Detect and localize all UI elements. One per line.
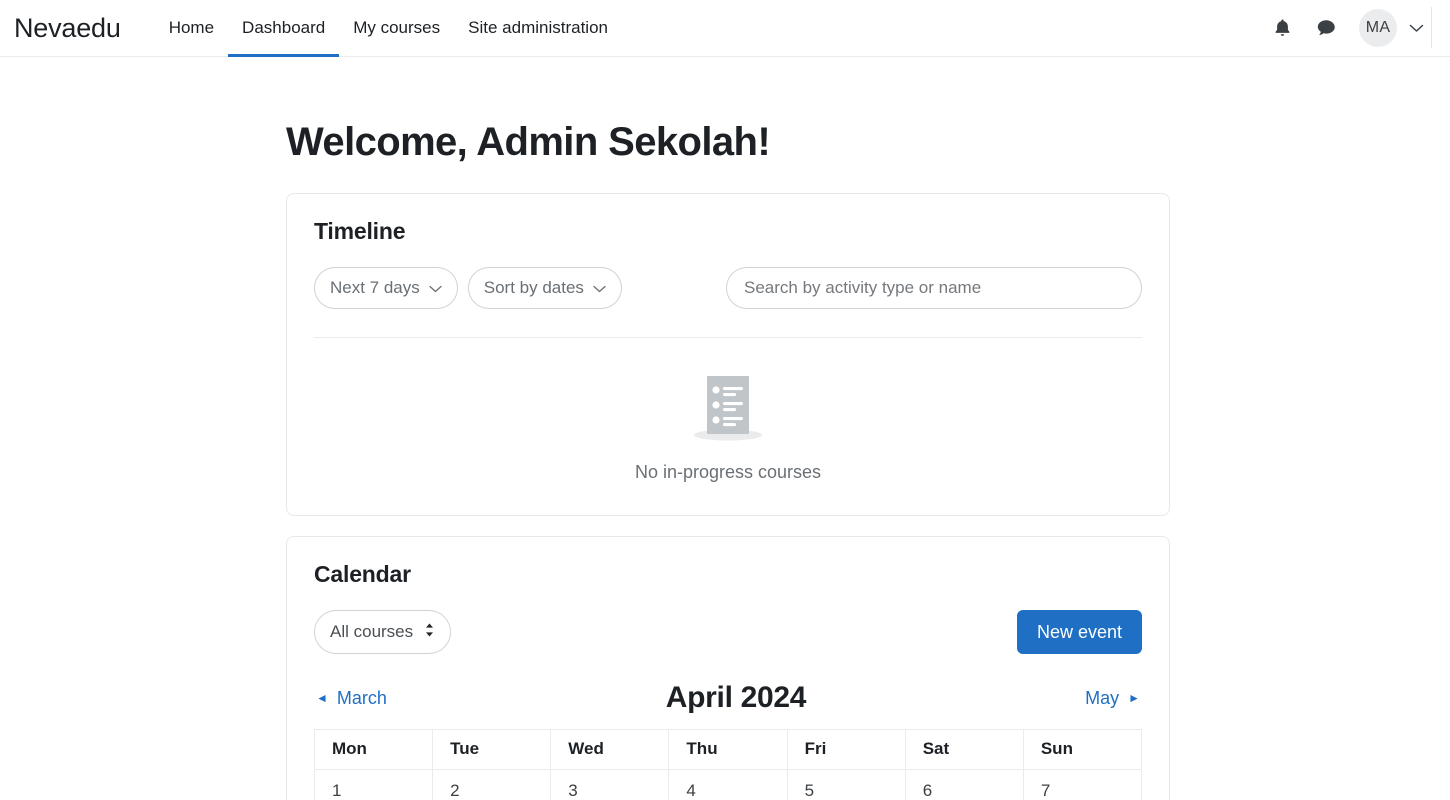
timeline-card: Timeline Next 7 days Sort by dates Searc…	[286, 193, 1170, 516]
calendar-heading: Calendar	[314, 561, 411, 587]
triangle-right-icon: ►	[1128, 691, 1140, 705]
calendar-day-header-sun: Sun	[1022, 729, 1143, 770]
sort-updown-icon	[424, 622, 435, 643]
triangle-left-icon: ◄	[316, 691, 328, 705]
calendar-next-month-link[interactable]: May ►	[1085, 688, 1140, 709]
timeline-heading: Timeline	[314, 218, 406, 244]
nav-link-my-courses[interactable]: My courses	[339, 0, 454, 57]
timeline-controls: Next 7 days Sort by dates	[314, 267, 1142, 309]
calendar-day-cell[interactable]: 2	[432, 769, 552, 800]
timeline-date-filter[interactable]: Next 7 days	[314, 267, 458, 309]
top-navbar: Nevaedu Home Dashboard My courses Site a…	[0, 0, 1450, 57]
calendar-next-month-label: May	[1085, 687, 1120, 708]
calendar-day-cell[interactable]: 6	[904, 769, 1024, 800]
calendar-course-select[interactable]: All courses	[314, 610, 452, 654]
timeline-date-filter-label: Next 7 days	[330, 278, 420, 297]
calendar-day-cell[interactable]: 1	[313, 769, 434, 800]
timeline-search-wrapper	[726, 267, 1142, 309]
navbar-right-divider	[1431, 7, 1432, 48]
calendar-controls: All courses New event	[314, 610, 1142, 654]
timeline-empty-state: No in-progress courses	[314, 338, 1142, 489]
new-event-button[interactable]: New event	[1016, 610, 1142, 654]
page-title: Welcome, Admin Sekolah!	[286, 120, 771, 164]
calendar-table-head: Mon Tue Wed Thu Fri Sat Sun	[313, 729, 1143, 770]
calendar-day-header-mon: Mon	[313, 729, 434, 770]
calendar-week-row: 1 2 3 4 5 6 7	[313, 769, 1143, 800]
timeline-sort-filter[interactable]: Sort by dates	[467, 267, 622, 309]
calendar-day-cell[interactable]: 4	[668, 769, 788, 800]
calendar-day-cell[interactable]: 3	[550, 769, 670, 800]
timeline-empty-message: No in-progress courses	[634, 462, 822, 482]
bell-icon[interactable]	[1269, 15, 1295, 41]
calendar-card: Calendar All courses New event ◄ March A…	[286, 536, 1170, 800]
calendar-header-row: Mon Tue Wed Thu Fri Sat Sun	[313, 729, 1143, 770]
calendar-month-nav: ◄ March April 2024 May ►	[314, 681, 1142, 715]
content-container: Welcome, Admin Sekolah! Timeline Next 7 …	[280, 119, 1170, 800]
chat-bubble-icon[interactable]	[1313, 15, 1339, 41]
timeline-sort-filter-label: Sort by dates	[483, 278, 584, 297]
calendar-current-month: April 2024	[665, 681, 807, 714]
calendar-course-select-label: All courses	[330, 622, 414, 641]
calendar-day-header-fri: Fri	[786, 729, 906, 770]
page-content: Welcome, Admin Sekolah! Timeline Next 7 …	[0, 57, 1450, 800]
navbar-user-area: MA	[1269, 9, 1432, 47]
chevron-down-icon	[593, 278, 606, 298]
nav-link-dashboard[interactable]: Dashboard	[228, 0, 340, 57]
calendar-day-cell[interactable]: 5	[786, 769, 906, 800]
calendar-prev-month-link[interactable]: ◄ March	[316, 688, 387, 709]
chevron-down-icon	[429, 278, 442, 298]
calendar-prev-month-label: March	[336, 687, 387, 708]
calendar-day-cell[interactable]: 7	[1022, 769, 1143, 800]
primary-nav: Home Dashboard My courses Site administr…	[155, 0, 622, 57]
calendar-day-header-sat: Sat	[904, 729, 1024, 770]
calendar-table: Mon Tue Wed Thu Fri Sat Sun 1 2 3 4 5 6 …	[313, 729, 1143, 800]
site-brand[interactable]: Nevaedu	[14, 14, 121, 42]
nav-link-home[interactable]: Home	[155, 0, 228, 57]
chevron-down-icon[interactable]	[1409, 23, 1424, 33]
calendar-table-body: 1 2 3 4 5 6 7	[313, 769, 1143, 800]
timeline-search-input[interactable]	[726, 267, 1142, 309]
avatar[interactable]: MA	[1359, 9, 1397, 47]
calendar-day-header-wed: Wed	[550, 729, 670, 770]
calendar-day-header-tue: Tue	[432, 729, 552, 770]
nav-link-site-administration[interactable]: Site administration	[454, 0, 622, 57]
course-list-placeholder-icon	[694, 376, 762, 441]
calendar-day-header-thu: Thu	[668, 729, 788, 770]
